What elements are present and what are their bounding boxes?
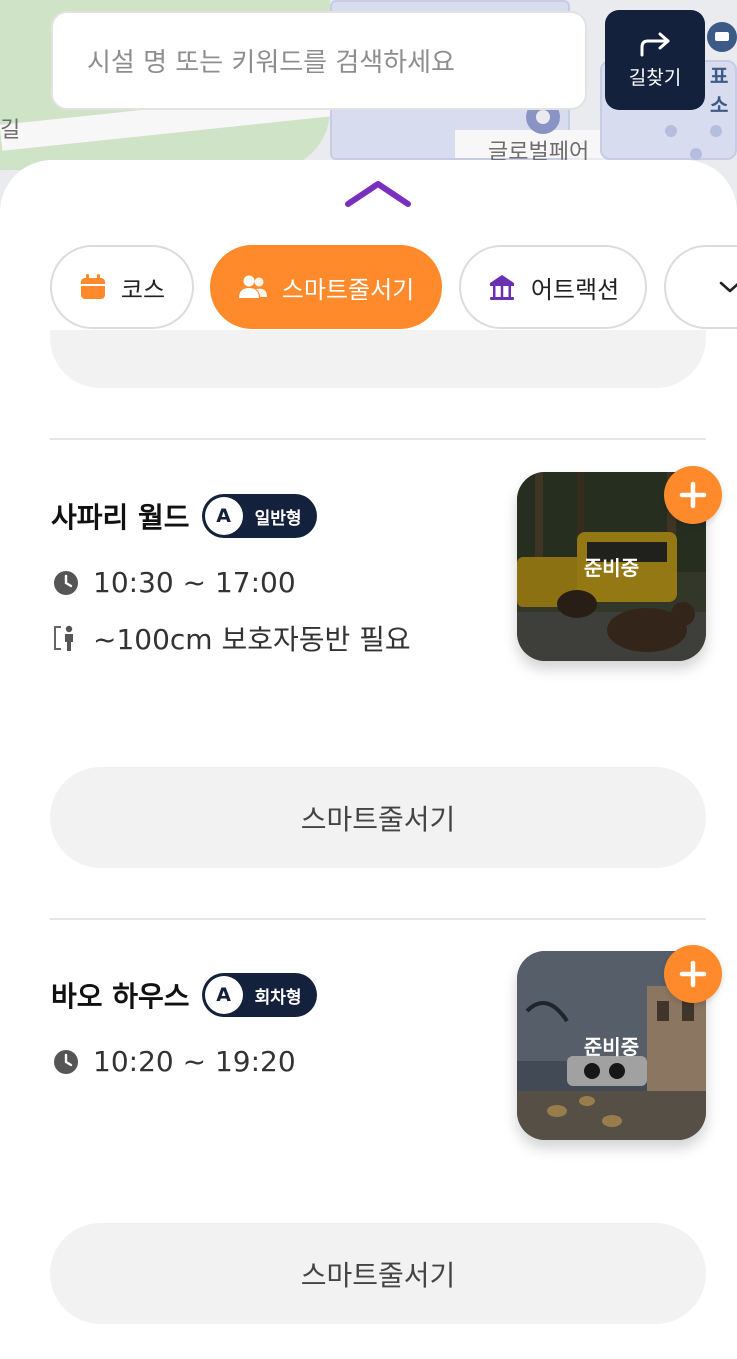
attraction-badge: A 회차형 <box>201 973 318 1017</box>
operating-hours-text: 10:30 ~ 17:00 <box>93 566 296 599</box>
carousel-icon <box>489 275 514 300</box>
bottom-sheet: 코스 스마트줄서기 어트랙션 사파리 월드 A 일반형 10:30 ~ 17:0… <box>0 160 737 1359</box>
chip-attraction-label: 어트랙션 <box>530 275 620 304</box>
calendar-icon <box>80 274 105 299</box>
search-input[interactable]: 시설 명 또는 키워드를 검색하세요 <box>51 11 587 110</box>
grade-badge: A <box>204 976 243 1014</box>
route-button-label: 길찾기 <box>628 66 682 89</box>
ticket-icon[interactable] <box>707 22 737 52</box>
height-requirement-text: ~100cm 보호자동반 필요 <box>93 623 411 656</box>
clock-icon <box>54 570 78 595</box>
add-button[interactable] <box>664 466 722 524</box>
queue-type-label: 회차형 <box>254 987 302 1008</box>
more-categories-button[interactable] <box>664 245 737 329</box>
sheet-collapse-chevron-icon[interactable] <box>344 176 412 210</box>
previous-smart-queue-button[interactable] <box>50 330 706 388</box>
attraction-badge: A 일반형 <box>201 494 318 538</box>
people-icon <box>238 275 267 298</box>
height-requirement-icon <box>54 625 73 651</box>
operating-hours-text: 10:20 ~ 19:20 <box>93 1045 296 1078</box>
attraction-title-row: 사파리 월드 A 일반형 <box>51 494 318 538</box>
route-button[interactable]: 길찾기 <box>605 10 705 110</box>
route-arrow-icon <box>640 32 670 56</box>
status-label: 준비중 <box>583 556 640 580</box>
smart-queue-button[interactable]: 스마트줄서기 <box>50 767 706 868</box>
divider <box>50 438 706 440</box>
plus-icon <box>679 481 707 509</box>
operating-hours: 10:30 ~ 17:00 <box>53 566 296 599</box>
category-chips: 코스 스마트줄서기 어트랙션 <box>50 245 737 329</box>
map-label-road: 길 <box>0 118 21 143</box>
smart-queue-button-label: 스마트줄서기 <box>300 1258 456 1292</box>
smart-queue-button-label: 스마트줄서기 <box>300 802 456 836</box>
chip-smart-queue-label: 스마트줄서기 <box>281 275 415 304</box>
clock-icon <box>54 1049 78 1074</box>
smart-queue-button[interactable]: 스마트줄서기 <box>50 1223 706 1324</box>
plus-icon <box>679 960 707 988</box>
add-button[interactable] <box>664 945 722 1003</box>
status-label: 준비중 <box>583 1035 640 1059</box>
chevron-down-icon <box>719 281 737 293</box>
chip-attraction[interactable]: 어트랙션 <box>459 245 647 329</box>
operating-hours: 10:20 ~ 19:20 <box>53 1045 296 1078</box>
attraction-name: 사파리 월드 <box>51 501 190 534</box>
grade-badge: A <box>204 497 243 535</box>
divider <box>50 918 706 920</box>
search-placeholder: 시설 명 또는 키워드를 검색하세요 <box>87 48 455 78</box>
chip-smart-queue[interactable]: 스마트줄서기 <box>210 245 442 329</box>
attraction-name: 바오 하우스 <box>51 980 190 1013</box>
chip-course[interactable]: 코스 <box>50 245 194 329</box>
map-label-ticket: 표소 <box>710 64 729 117</box>
attraction-title-row: 바오 하우스 A 회차형 <box>51 973 318 1017</box>
chip-course-label: 코스 <box>120 275 166 304</box>
queue-type-label: 일반형 <box>254 508 302 529</box>
height-requirement: ~100cm 보호자동반 필요 <box>53 618 411 658</box>
